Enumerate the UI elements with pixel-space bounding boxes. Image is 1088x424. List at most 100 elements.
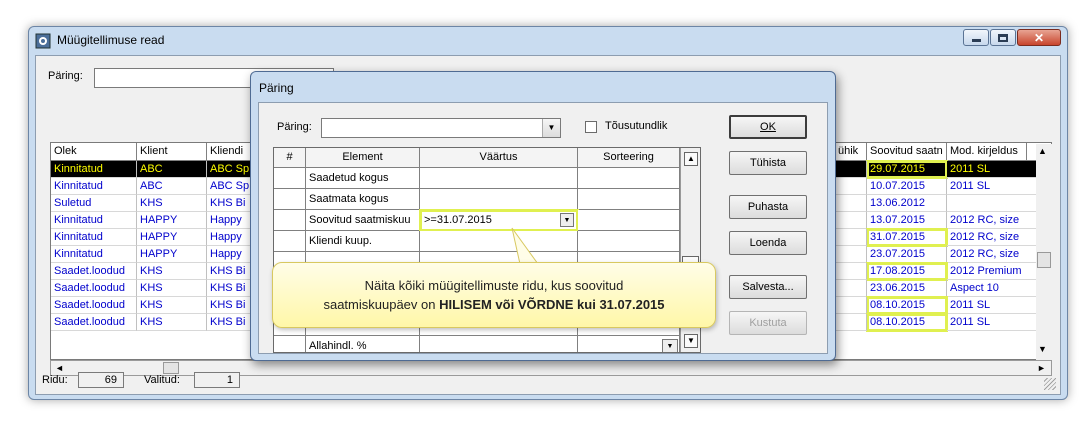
callout-line-1: Näita kõiki müügitellimuste ridu, kus so… <box>364 278 624 293</box>
close-button[interactable]: ✕ <box>1017 29 1061 46</box>
cell-date: 13.06.2012 <box>867 195 947 212</box>
ok-button[interactable]: OK <box>729 115 807 139</box>
col-sort: Sorteering <box>578 148 680 168</box>
cell-klient: KHS <box>137 297 207 314</box>
cell-olek: Kinnitatud <box>51 212 137 229</box>
cell-date: 29.07.2015 <box>866 160 948 179</box>
cell-olek: Saadet.loodud <box>51 280 137 297</box>
query-select[interactable]: ▼ <box>321 118 561 138</box>
criteria-element[interactable]: Saatmata kogus <box>306 189 420 210</box>
delete-label: Kustuta <box>749 317 787 329</box>
criteria-number[interactable] <box>274 231 306 252</box>
callout-line-2-bold: HILISEM või VÕRDNE kui 31.07.2015 <box>439 297 665 312</box>
scroll-right-icon[interactable]: ► <box>1037 361 1046 375</box>
scroll-up-icon[interactable]: ▲ <box>1038 146 1047 156</box>
criteria-number[interactable] <box>274 210 306 231</box>
cancel-label: Tühista <box>749 157 787 169</box>
cell-klient: HAPPY <box>137 246 207 263</box>
window-title: Müügitellimuse read <box>57 33 165 47</box>
criteria-number[interactable] <box>274 168 306 189</box>
cell-date: 31.07.2015 <box>866 228 948 247</box>
criteria-value[interactable] <box>420 336 578 352</box>
cell-date: 08.10.2015 <box>866 296 948 315</box>
cell-olek: Kinnitatud <box>51 161 137 178</box>
cell-klient: KHS <box>137 314 207 331</box>
clear-label: Puhasta <box>747 201 789 213</box>
cell-date: 23.06.2015 <box>867 280 947 297</box>
criteria-element[interactable]: Soovitud saatmiskuu <box>306 210 420 231</box>
col-olek[interactable]: Olek <box>51 143 137 160</box>
chevron-down-icon[interactable]: ▼ <box>560 213 574 227</box>
scroll-left-icon[interactable]: ◄ <box>55 361 64 375</box>
cell-date: 13.07.2015 <box>867 212 947 229</box>
cell-olek: Kinnitatud <box>51 178 137 195</box>
cell-klient: ABC <box>137 161 207 178</box>
horizontal-scroll-thumb[interactable] <box>163 362 179 374</box>
cell-olek: Saadet.loodud <box>51 263 137 280</box>
delete-button[interactable]: Kustuta <box>729 311 807 335</box>
chevron-down-icon[interactable]: ▼ <box>542 119 560 137</box>
rows-count: 69 <box>78 372 124 388</box>
selected-count: 1 <box>194 372 240 388</box>
caption-buttons: ✕ <box>962 29 1061 46</box>
minimize-button[interactable] <box>963 29 989 46</box>
save-button[interactable]: Salvesta... <box>729 275 807 299</box>
vertical-scroll-thumb[interactable] <box>1037 252 1051 268</box>
close-icon: ✕ <box>1033 30 1045 45</box>
app-icon <box>35 33 51 49</box>
grid-vertical-scrollbar[interactable]: ▲ ▼ <box>1036 144 1052 360</box>
criteria-sort[interactable] <box>578 168 680 189</box>
criteria-element[interactable]: Kliendi kuup. <box>306 231 420 252</box>
criteria-element[interactable]: Saadetud kogus <box>306 168 420 189</box>
callout-line-2-prefix: saatmiskuupäev on <box>323 297 440 312</box>
scroll-down-icon[interactable]: ▼ <box>1038 344 1047 354</box>
cell-date: 08.10.2015 <box>866 313 948 332</box>
query-label: Päring: <box>277 121 312 133</box>
cell-date: 17.08.2015 <box>866 262 948 281</box>
cell-olek: Saadet.loodud <box>51 314 137 331</box>
cell-date: 23.07.2015 <box>867 246 947 263</box>
ascending-checkbox[interactable] <box>585 121 597 133</box>
cell-olek: Saadet.loodud <box>51 297 137 314</box>
cell-date: 10.07.2015 <box>867 178 947 195</box>
criteria-value[interactable] <box>420 189 578 210</box>
maximize-button[interactable] <box>990 29 1016 46</box>
criteria-value[interactable] <box>420 168 578 189</box>
filter-label: Päring: <box>48 70 83 82</box>
clear-button[interactable]: Puhasta <box>729 195 807 219</box>
cell-klient: HAPPY <box>137 229 207 246</box>
criteria-sort[interactable] <box>578 231 680 252</box>
cell-klient: KHS <box>137 280 207 297</box>
criteria-element[interactable]: Allahindl. % <box>306 336 420 352</box>
cell-klient: HAPPY <box>137 212 207 229</box>
criteria-number[interactable] <box>274 189 306 210</box>
col-element: Element <box>306 148 420 168</box>
callout-pointer <box>511 227 539 265</box>
col-number: # <box>274 148 306 168</box>
rows-label: Ridu: <box>42 374 68 386</box>
ascending-label: Tõusutundlik <box>605 120 668 132</box>
callout-tooltip: Näita kõiki müügitellimuste ridu, kus so… <box>272 262 716 328</box>
criteria-sort[interactable] <box>578 210 680 231</box>
cell-olek: Kinnitatud <box>51 229 137 246</box>
save-label: Salvesta... <box>742 281 794 293</box>
col-mod[interactable]: Mod. kirjeldus <box>947 143 1027 160</box>
criteria-value-text[interactable]: >=31.07.2015 <box>420 214 492 226</box>
read-label: Loenda <box>749 237 787 249</box>
scroll-up-icon[interactable]: ▲ <box>684 152 698 166</box>
dialog-title: Päring <box>259 81 294 95</box>
criteria-sort[interactable] <box>578 189 680 210</box>
scroll-down-icon[interactable]: ▼ <box>684 334 698 348</box>
selected-label: Valitud: <box>144 374 180 386</box>
criteria-number[interactable] <box>274 336 306 352</box>
col-klient[interactable]: Klient <box>137 143 207 160</box>
chevron-down-icon[interactable]: ▼ <box>662 339 678 352</box>
col-soovitud[interactable]: Soovitud saatn <box>867 143 947 160</box>
cell-klient: KHS <box>137 195 207 212</box>
cancel-button[interactable]: Tühista <box>729 151 807 175</box>
col-value: Väärtus <box>420 148 578 168</box>
read-button[interactable]: Loenda <box>729 231 807 255</box>
col-uhik[interactable]: ühik <box>835 143 867 160</box>
cell-klient: ABC <box>137 178 207 195</box>
resize-grip[interactable] <box>1044 378 1056 390</box>
